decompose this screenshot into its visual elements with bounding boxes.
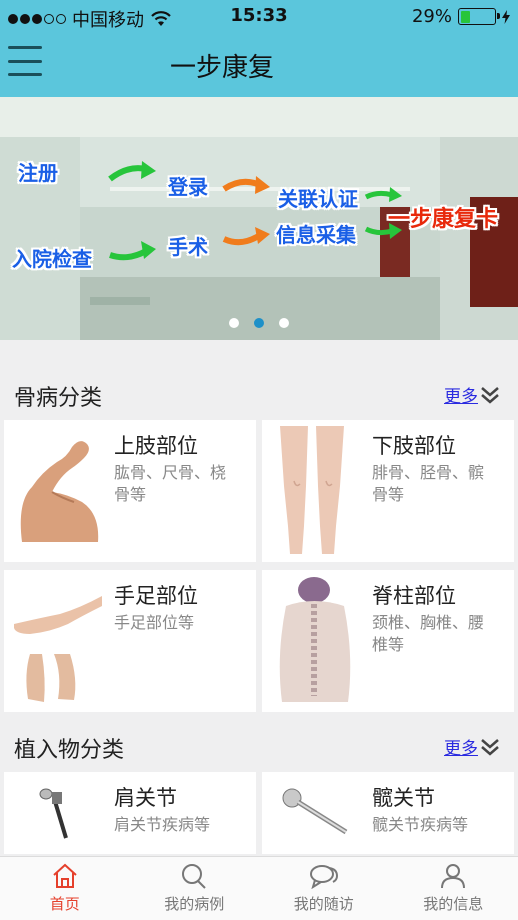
section-title: 植入物分类 — [14, 738, 125, 763]
chat-icon — [309, 865, 338, 889]
card-shoulder-joint[interactable]: 肩关节 肩关节疾病等 — [4, 772, 256, 854]
hip-implant-image — [282, 788, 348, 835]
pager-dot-active[interactable] — [254, 318, 264, 328]
arrow-icon — [109, 241, 156, 261]
arrow-icon — [108, 161, 156, 182]
spine-image — [279, 577, 351, 702]
person-icon — [441, 864, 466, 889]
battery-group: 29% — [412, 6, 510, 27]
battery-icon — [458, 8, 500, 25]
carousel-pager — [0, 318, 518, 328]
card-desc: 髋关节疾病等 — [372, 815, 469, 834]
tab-my-cases[interactable]: 我的病例 — [130, 857, 260, 920]
page-title: 一步康复 — [170, 53, 275, 83]
card-desc: 肩关节疾病等 — [114, 815, 211, 834]
card-hip-joint[interactable]: 髋关节 髋关节疾病等 — [262, 772, 514, 854]
tab-label: 我的信息 — [423, 895, 484, 913]
arrow-icon — [222, 176, 270, 194]
tab-label: 首页 — [49, 895, 80, 913]
card-title: 上肢部位 — [114, 434, 198, 458]
menu-icon[interactable] — [8, 46, 42, 76]
card-title: 髋关节 — [372, 786, 435, 810]
step-rehab-card: 一步康复卡 — [388, 207, 499, 232]
more-link[interactable]: 更多 — [444, 734, 500, 759]
section-implant-header: 植入物分类 更多 — [0, 722, 518, 772]
step-link-auth: 关联认证 — [278, 187, 358, 211]
section-title: 骨病分类 — [14, 386, 103, 411]
more-link[interactable]: 更多 — [444, 382, 500, 407]
card-title: 下肢部位 — [372, 434, 456, 458]
card-upper-limb[interactable]: 上肢部位 肱骨、尺骨、桡骨等 — [4, 420, 256, 562]
step-info-collect: 信息采集 — [276, 223, 356, 247]
status-bar: 中国移动 15:33 29% — [0, 0, 518, 33]
arrow-icon — [222, 227, 270, 246]
card-desc: 肱骨、尺骨、桡骨等 — [114, 463, 227, 504]
bottom-tab-bar: 首页 我的病例 我的随访 我的信息 — [0, 856, 518, 920]
tab-my-info[interactable]: 我的信息 — [389, 857, 518, 920]
step-login: 登录 — [168, 175, 208, 199]
step-surgery: 手术 — [168, 235, 208, 259]
tab-home[interactable]: 首页 — [0, 857, 130, 920]
tab-my-followup[interactable]: 我的随访 — [259, 857, 389, 920]
charging-icon — [502, 9, 510, 24]
card-title: 手足部位 — [114, 584, 198, 608]
double-chevron-down-icon — [481, 386, 499, 404]
step-register: 注册 — [18, 161, 58, 185]
card-title: 肩关节 — [114, 786, 177, 810]
more-label[interactable]: 更多 — [444, 382, 478, 407]
hand-foot-image — [14, 596, 102, 702]
step-admission-check: 入院检查 — [12, 247, 92, 271]
more-label[interactable]: 更多 — [444, 734, 478, 759]
card-hand-foot[interactable]: 手足部位 手足部位等 — [4, 570, 256, 712]
home-icon — [53, 863, 77, 888]
search-icon — [182, 864, 206, 889]
double-chevron-down-icon — [481, 738, 499, 756]
card-desc: 颈椎、胸椎、腰椎等 — [372, 613, 485, 654]
banner-carousel[interactable]: 注册 登录 入院检查 手术 关联认证 信息采集 一步康复卡 — [0, 97, 518, 340]
battery-percent: 29% — [411, 6, 452, 27]
pager-dot[interactable] — [279, 318, 289, 328]
legs-image — [280, 426, 344, 554]
arrow-icon — [364, 223, 402, 239]
app-header: 一步康复 — [0, 33, 518, 97]
tab-label: 我的病例 — [164, 895, 225, 913]
card-title: 脊柱部位 — [372, 584, 456, 608]
card-desc: 腓骨、胫骨、髌骨等 — [372, 463, 485, 504]
arm-image — [20, 441, 99, 542]
tab-label: 我的随访 — [293, 895, 354, 913]
card-lower-limb[interactable]: 下肢部位 腓骨、胫骨、髌骨等 — [262, 420, 514, 562]
card-spine[interactable]: 脊柱部位 颈椎、胸椎、腰椎等 — [262, 570, 514, 712]
section-bone-disease-header: 骨病分类 更多 — [0, 370, 518, 420]
shoulder-implant-image — [39, 788, 68, 839]
arrow-icon — [364, 187, 402, 202]
pager-dot[interactable] — [229, 318, 239, 328]
card-desc: 手足部位等 — [114, 613, 195, 632]
